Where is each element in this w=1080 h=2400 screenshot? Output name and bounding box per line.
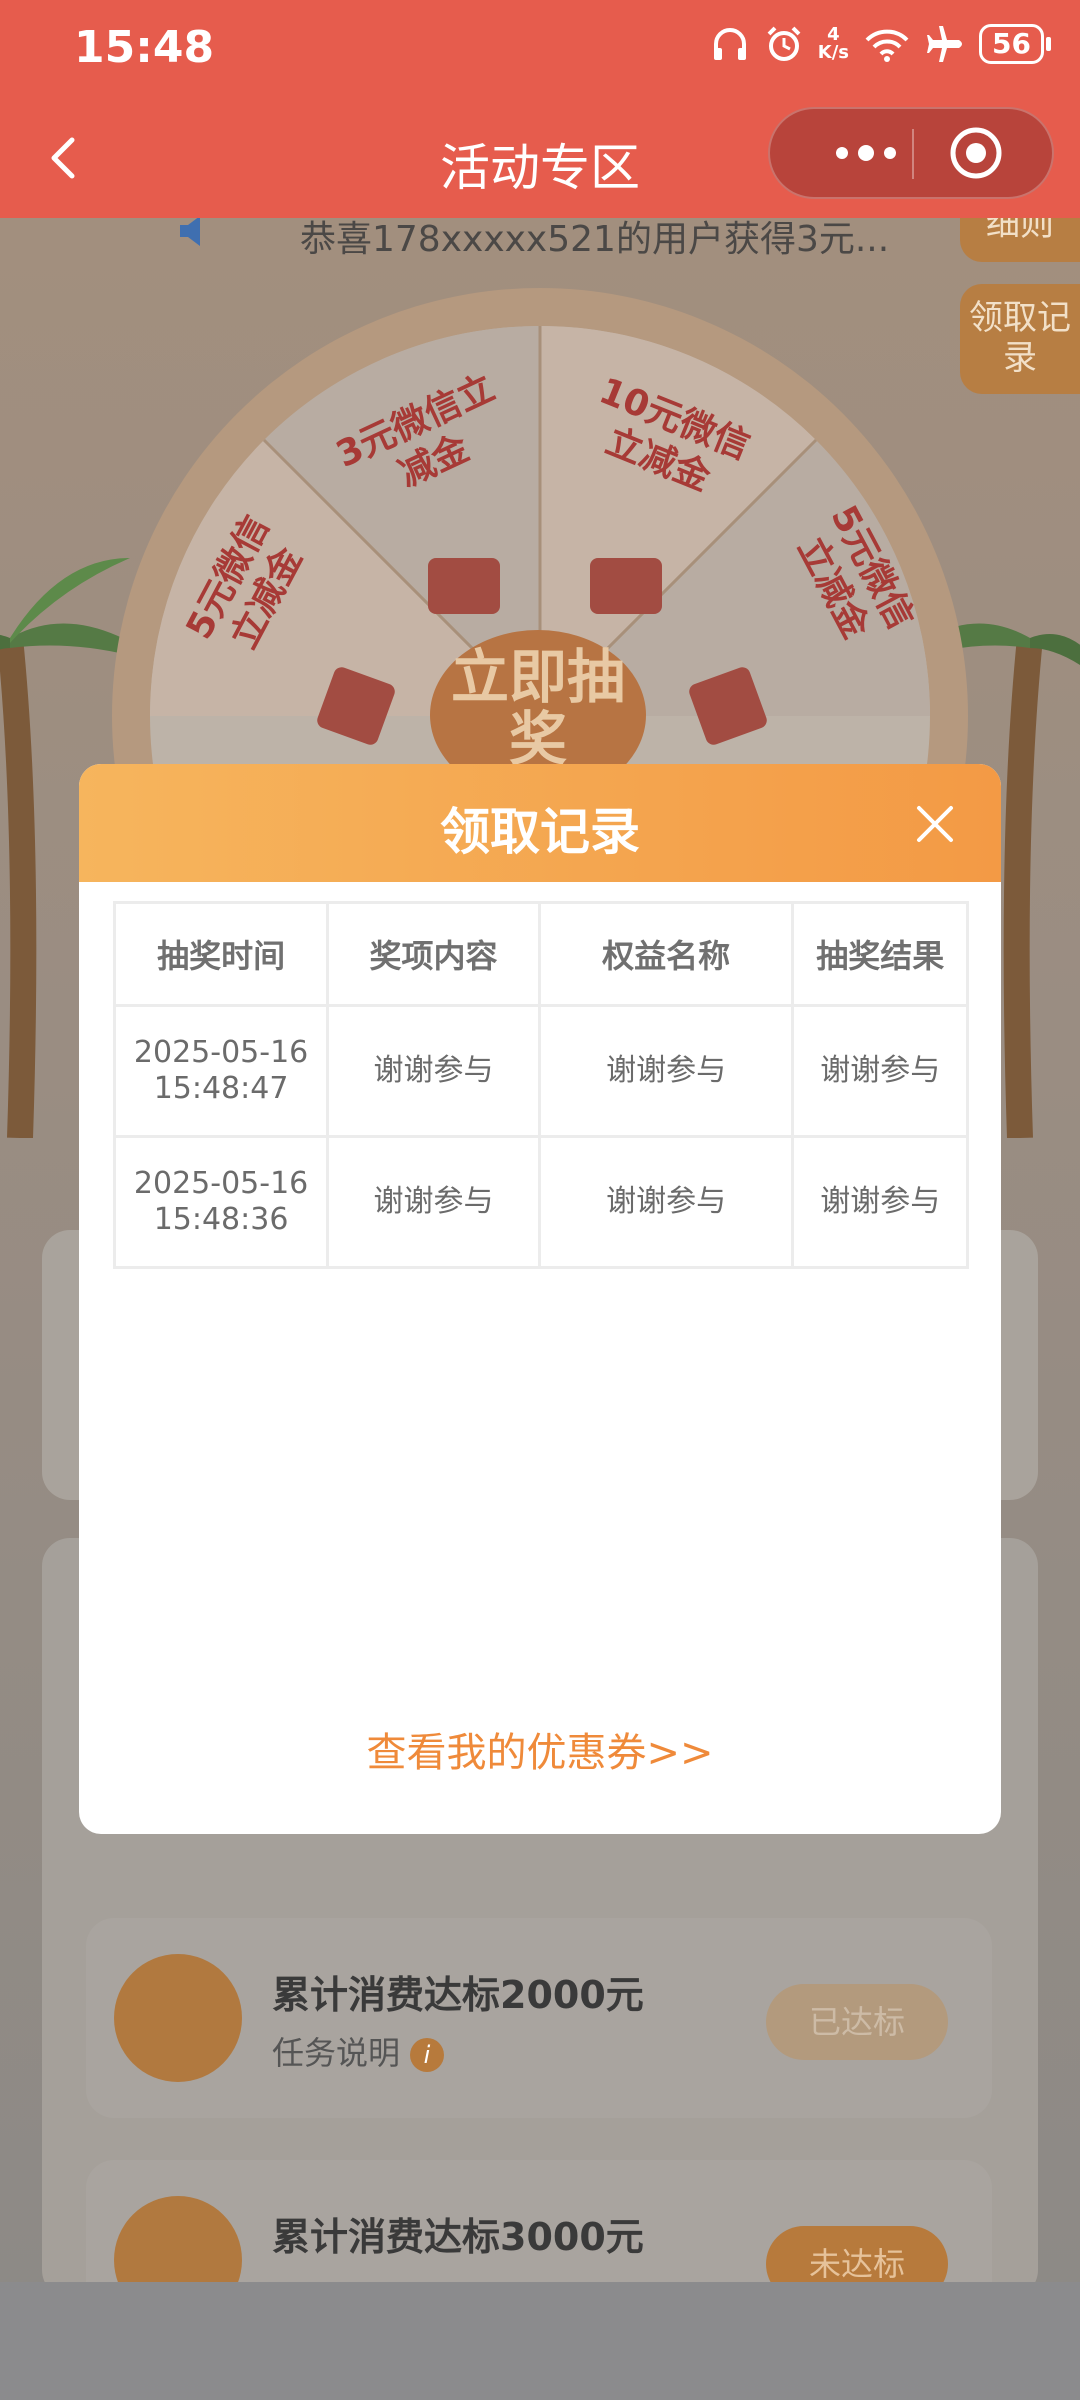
task-title: 累计消费达标2000元 <box>272 1973 644 2017</box>
alarm-icon <box>764 24 804 64</box>
task-description[interactable]: 任务说明 i <box>272 2028 445 2074</box>
task-status-button[interactable]: 已达标 <box>766 1984 948 2060</box>
phone-user-icon <box>114 1954 242 2082</box>
draw-date: 2025-05-16 <box>133 1166 309 1201</box>
nav-bar: 活动专区 <box>0 100 1080 218</box>
close-target-icon[interactable] <box>948 125 1004 181</box>
airplane-icon <box>925 24 965 64</box>
result-cell: 谢谢参与 <box>791 1135 969 1269</box>
table-row: 2025-05-16 15:48:36 谢谢参与 谢谢参与 谢谢参与 <box>112 1135 969 1269</box>
records-modal: 领取记录 抽奖时间 奖项内容 权益名称 抽奖结果 2025-05-16 15:4… <box>79 764 1001 1834</box>
wifi-icon <box>863 24 911 64</box>
draw-time-cell: 2025-05-16 15:48:36 <box>112 1135 330 1269</box>
phone-user-icon <box>114 2196 242 2282</box>
battery-indicator: 56 <box>979 24 1051 64</box>
draw-date: 2025-05-16 <box>133 1035 309 1070</box>
column-header: 权益名称 <box>537 901 795 1007</box>
records-button[interactable]: 领取记录 <box>960 284 1080 394</box>
status-bar: 15:48 4 K/s 56 <box>0 0 1080 100</box>
column-header: 抽奖时间 <box>112 901 330 1007</box>
capsule-divider <box>912 129 914 179</box>
status-time: 15:48 <box>74 22 215 73</box>
records-table: 抽奖时间 奖项内容 权益名称 抽奖结果 2025-05-16 15:48:47 … <box>112 901 969 1269</box>
headphones-icon <box>710 24 750 64</box>
draw-time: 15:48:36 <box>153 1202 289 1237</box>
task-item: 累计消费达标3000元 未达标 <box>86 2160 992 2282</box>
modal-header: 领取记录 <box>79 764 1001 882</box>
table-header-row: 抽奖时间 奖项内容 权益名称 抽奖结果 <box>112 901 969 1007</box>
mini-program-capsule <box>768 107 1054 199</box>
task-desc-label: 任务说明 <box>272 2034 401 2072</box>
speaker-icon <box>178 218 208 248</box>
info-icon[interactable]: i <box>410 2038 445 2072</box>
view-my-coupons-link[interactable]: 查看我的优惠券>> <box>79 1720 1001 1778</box>
status-icons: 4 K/s 56 <box>710 24 1051 64</box>
prize-cell: 谢谢参与 <box>326 1004 541 1138</box>
speed-unit: K/s <box>817 42 850 63</box>
table-row: 2025-05-16 15:48:47 谢谢参与 谢谢参与 谢谢参与 <box>112 1004 969 1138</box>
benefit-cell: 谢谢参与 <box>537 1004 795 1138</box>
prize-cell: 谢谢参与 <box>326 1135 541 1269</box>
close-icon[interactable] <box>911 800 959 848</box>
more-icon[interactable] <box>810 109 950 197</box>
draw-time-cell: 2025-05-16 15:48:47 <box>112 1004 330 1138</box>
modal-title: 领取记录 <box>440 803 640 861</box>
task-title: 累计消费达标3000元 <box>272 2215 644 2259</box>
task-status-button[interactable]: 未达标 <box>766 2226 948 2282</box>
column-header: 抽奖结果 <box>791 901 969 1007</box>
result-cell: 谢谢参与 <box>791 1004 969 1138</box>
draw-time: 15:48:47 <box>153 1071 289 1106</box>
network-speed: 4 K/s <box>818 26 849 62</box>
column-header: 奖项内容 <box>326 901 541 1007</box>
rules-button[interactable]: 细则 <box>960 218 1080 262</box>
benefit-cell: 谢谢参与 <box>537 1135 795 1269</box>
task-item: 累计消费达标2000元 任务说明 i 已达标 <box>86 1918 992 2118</box>
winner-ticker: 恭喜178xxxxx521的用户获得3元... <box>300 219 890 260</box>
bottom-bar <box>0 2282 1080 2400</box>
